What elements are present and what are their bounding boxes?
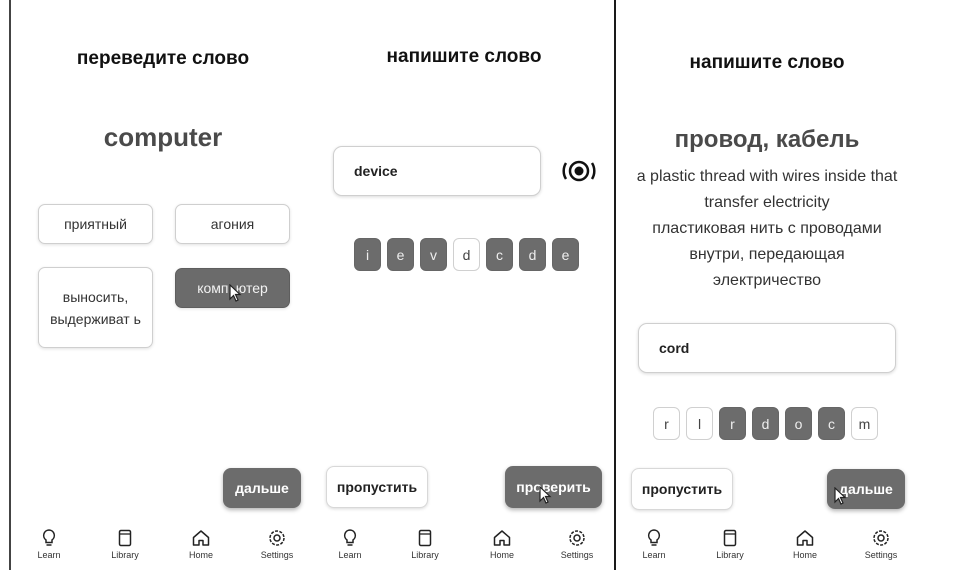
definition-en-line: a plastic thread with wires inside that xyxy=(636,168,898,185)
letter-tile[interactable]: o xyxy=(785,407,812,440)
answer-input[interactable]: cord xyxy=(638,323,896,373)
letter-tile[interactable]: r xyxy=(719,407,746,440)
answer-option[interactable]: агония xyxy=(175,204,290,244)
letter-tile[interactable]: c xyxy=(818,407,845,440)
skip-button[interactable]: пропустить xyxy=(631,468,733,510)
definition-ru-line: пластиковая нить с проводами xyxy=(652,220,882,237)
left-border xyxy=(9,0,11,570)
nav-label: Settings xyxy=(864,550,898,560)
page-title: напишите слово xyxy=(689,52,845,73)
nav-settings[interactable]: Settings xyxy=(252,528,302,560)
answer-input[interactable]: device xyxy=(333,146,541,196)
letter-tiles: i e v d c d e xyxy=(354,238,579,271)
nav-label: Home xyxy=(188,550,213,560)
letter-tile[interactable]: e xyxy=(552,238,579,271)
nav-label: Settings xyxy=(260,550,294,560)
mouse-cursor-icon xyxy=(229,284,242,302)
nav-home[interactable]: Home xyxy=(176,528,226,560)
translate-word-screen: переведите слово computer приятный агони… xyxy=(12,0,314,570)
letter-tile[interactable]: r xyxy=(653,407,680,440)
mouse-cursor-icon xyxy=(539,486,552,504)
definition-ru-line: электричество xyxy=(712,272,822,289)
nav-library[interactable]: Library xyxy=(705,528,755,560)
write-word-definition-screen: напишите слово провод, кабель a plastic … xyxy=(616,0,956,570)
target-word: провод, кабель xyxy=(674,126,860,153)
bottom-nav: Learn Library Home Settings xyxy=(314,528,614,570)
gear-icon xyxy=(873,530,889,546)
bottom-nav: Learn Library Home Settings xyxy=(12,528,314,570)
letter-tile[interactable]: c xyxy=(486,238,513,271)
letter-tile[interactable]: i xyxy=(354,238,381,271)
letter-tile[interactable]: d xyxy=(453,238,480,271)
nav-label: Settings xyxy=(560,550,594,560)
definition-ru-line: внутри, передающая xyxy=(689,246,845,263)
page-title: напишите слово xyxy=(386,46,542,67)
nav-library[interactable]: Library xyxy=(400,528,450,560)
lightbulb-icon xyxy=(647,529,661,546)
sound-icon[interactable] xyxy=(562,154,596,188)
nav-label: Home xyxy=(792,550,817,560)
nav-library[interactable]: Library xyxy=(100,528,150,560)
next-button[interactable]: дальше xyxy=(223,468,301,508)
target-word: computer xyxy=(103,122,223,152)
book-icon xyxy=(118,529,132,547)
nav-settings[interactable]: Settings xyxy=(552,528,602,560)
nav-home[interactable]: Home xyxy=(780,528,830,560)
definition-en-line: transfer electricity xyxy=(704,194,830,211)
home-icon xyxy=(796,530,814,546)
nav-learn[interactable]: Learn xyxy=(325,528,375,560)
nav-learn[interactable]: Learn xyxy=(24,528,74,560)
gear-icon xyxy=(569,530,585,546)
nav-settings[interactable]: Settings xyxy=(856,528,906,560)
skip-button[interactable]: пропустить xyxy=(326,466,428,508)
book-icon xyxy=(723,529,737,547)
letter-tile[interactable]: l xyxy=(686,407,713,440)
letter-tile[interactable]: m xyxy=(851,407,878,440)
lightbulb-icon xyxy=(42,529,56,546)
nav-home[interactable]: Home xyxy=(477,528,527,560)
write-word-screen: напишите слово device i e v d c d e проп… xyxy=(314,0,614,570)
home-icon xyxy=(493,530,511,546)
nav-label: Learn xyxy=(37,550,61,560)
answer-option[interactable]: приятный xyxy=(38,204,153,244)
home-icon xyxy=(192,530,210,546)
letter-tile[interactable]: d xyxy=(519,238,546,271)
letter-tile[interactable]: e xyxy=(387,238,414,271)
nav-learn[interactable]: Learn xyxy=(629,528,679,560)
page-title: переведите слово xyxy=(76,48,250,69)
nav-label: Home xyxy=(489,550,514,560)
gear-icon xyxy=(269,530,285,546)
check-button[interactable]: проверить xyxy=(505,466,602,508)
letter-tile[interactable]: d xyxy=(752,407,779,440)
lightbulb-icon xyxy=(343,529,357,546)
letter-tile[interactable]: v xyxy=(420,238,447,271)
mouse-cursor-icon xyxy=(834,487,847,505)
nav-label: Learn xyxy=(642,550,666,560)
bottom-nav: Learn Library Home Settings xyxy=(616,528,918,570)
book-icon xyxy=(418,529,432,547)
answer-option[interactable]: выносить, выдерживат ь xyxy=(38,267,153,348)
letter-tiles: r l r d o c m xyxy=(653,407,878,440)
nav-label: Library xyxy=(411,550,439,560)
nav-label: Library xyxy=(716,550,744,560)
nav-label: Learn xyxy=(338,550,362,560)
nav-label: Library xyxy=(111,550,139,560)
